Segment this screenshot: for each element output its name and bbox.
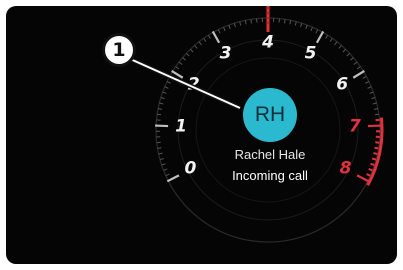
manual-figure: RH Rachel Hale Incoming call 012345678 1 [0, 0, 403, 270]
callout-leader-line [126, 55, 242, 111]
callout-number: 1 [112, 39, 126, 61]
callout-marker: 1 [102, 33, 136, 67]
